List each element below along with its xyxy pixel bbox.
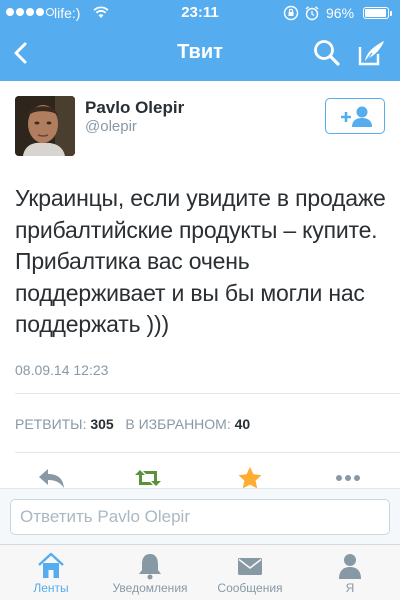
tab-home[interactable]: Ленты: [14, 545, 88, 600]
add-user-icon: [341, 106, 372, 127]
divider: [15, 393, 400, 394]
tab-me[interactable]: Я: [316, 545, 384, 600]
tab-notifications[interactable]: Уведомления: [102, 545, 198, 600]
tweet-stats: РЕТВИТЫ: 305 В ИЗБРАННОМ: 40: [15, 416, 250, 432]
alarm-icon: [305, 6, 319, 21]
person-icon: [339, 554, 361, 579]
envelope-icon: [238, 558, 262, 575]
reply-icon[interactable]: [36, 466, 66, 490]
avatar[interactable]: [15, 96, 75, 156]
tweet-timestamp: 08.09.14 12:23: [15, 362, 109, 378]
search-icon[interactable]: [312, 38, 342, 68]
tab-label: Я: [345, 581, 355, 595]
home-icon: [38, 552, 64, 578]
battery-icon: [363, 7, 392, 19]
tab-label: Уведомления: [112, 581, 188, 595]
tab-label: Сообщения: [217, 581, 283, 595]
bell-icon: [139, 554, 161, 580]
favorites-label[interactable]: В ИЗБРАННОМ:: [125, 416, 230, 432]
retweets-label[interactable]: РЕТВИТЫ:: [15, 416, 86, 432]
compose-icon[interactable]: [356, 37, 388, 69]
rotation-lock-icon: [283, 5, 299, 21]
tab-bar: Ленты Уведомления Сообщения Я: [0, 544, 400, 600]
tweet-text: Украинцы, если увидите в продаже прибалт…: [15, 185, 386, 337]
author-handle[interactable]: @olepir: [85, 118, 137, 135]
battery-percent: 96%: [326, 5, 355, 21]
top-bar: life:) 23:11 96% Твит: [0, 0, 400, 81]
divider: [15, 452, 400, 453]
tab-label: Ленты: [33, 581, 69, 595]
battery-level: [365, 9, 387, 17]
reply-input[interactable]: [10, 499, 390, 535]
more-icon[interactable]: [333, 466, 363, 490]
retweet-icon[interactable]: [133, 466, 163, 490]
author-name[interactable]: Pavlo Olepir: [85, 98, 184, 118]
retweets-count[interactable]: 305: [90, 416, 113, 432]
follow-button[interactable]: [325, 98, 385, 134]
favorites-count[interactable]: 40: [235, 416, 251, 432]
star-icon[interactable]: [235, 466, 265, 490]
tab-messages[interactable]: Сообщения: [200, 545, 300, 600]
status-bar: life:) 23:11 96%: [0, 0, 400, 26]
